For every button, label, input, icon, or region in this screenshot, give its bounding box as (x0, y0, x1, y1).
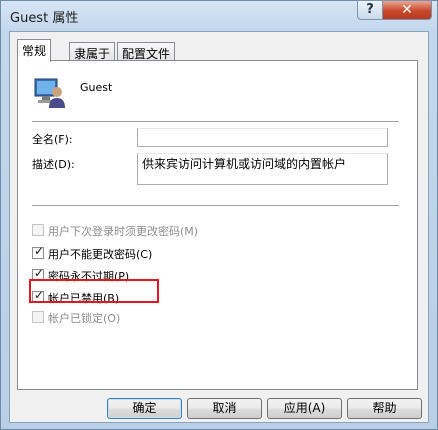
ok-button[interactable]: 确定 (107, 398, 182, 419)
checkbox[interactable] (32, 244, 44, 259)
tab-member-of[interactable]: 隶属于 (69, 42, 116, 61)
option-label: 用户下次登录时须更改密码(M) (48, 225, 199, 238)
fullname-field[interactable] (137, 128, 388, 147)
description-field[interactable]: 供来宾访问计算机或访问域的内置帐户 (137, 153, 388, 185)
checkbox[interactable] (32, 224, 44, 236)
properties-dialog: Guest 属性 ? ✕ 常规 隶属于 配置文件 Guest 全名(F): 描述… (0, 0, 438, 430)
general-panel: Guest 全名(F): 描述(D): 供来宾访问计算机或访问域的内置帐户 用户… (17, 60, 418, 390)
user-computer-icon (32, 75, 66, 112)
tab-general[interactable]: 常规 (17, 39, 52, 62)
user-name: Guest (80, 81, 113, 94)
tab-profile[interactable]: 配置文件 (117, 42, 176, 61)
watermark-logo (273, 389, 433, 423)
highlight-box (29, 279, 159, 303)
window-title: Guest 属性 (10, 11, 79, 26)
option-label: 帐户已锁定(O) (48, 312, 121, 325)
help-icon[interactable]: ? (357, 0, 383, 20)
option-label: 用户不能更改密码(C) (48, 248, 153, 261)
description-label: 描述(D): (32, 158, 75, 171)
fullname-label: 全名(F): (32, 133, 73, 146)
divider (32, 121, 399, 123)
dialog-body: 常规 隶属于 配置文件 Guest 全名(F): 描述(D): 供来宾访问计算机… (9, 31, 429, 423)
title-bar[interactable]: Guest 属性 ? ✕ (1, 0, 438, 29)
checkbox[interactable] (32, 311, 44, 323)
cancel-button[interactable]: 取消 (187, 398, 262, 419)
divider (32, 205, 399, 207)
close-icon[interactable]: ✕ (382, 0, 432, 20)
